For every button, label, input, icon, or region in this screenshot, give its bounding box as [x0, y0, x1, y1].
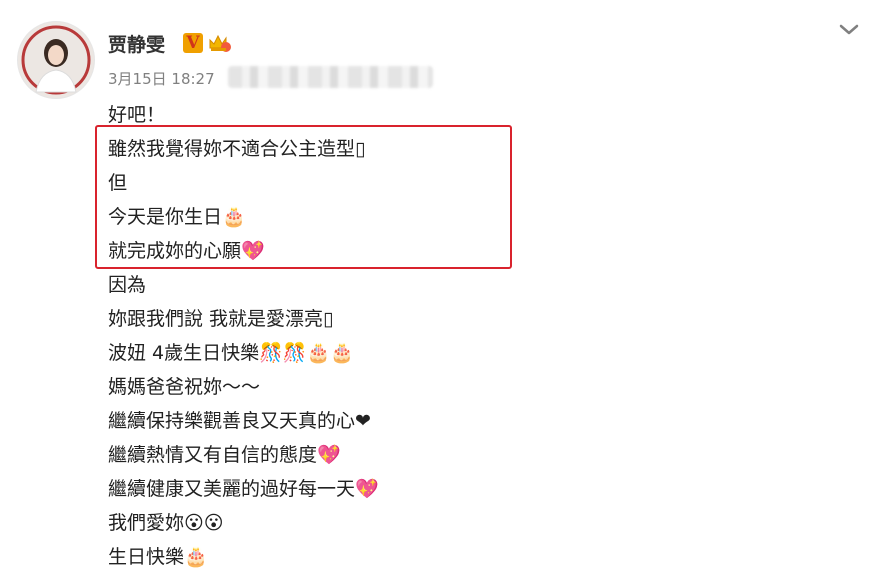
- post-line: 好吧！: [108, 104, 166, 126]
- post-line: 因為: [108, 274, 147, 296]
- avatar[interactable]: [18, 22, 94, 98]
- post-line: 繼續熱情又有自信的態度💖: [108, 444, 341, 466]
- post-line: 媽媽爸爸祝妳～～: [108, 376, 261, 398]
- blurred-source-info: [228, 66, 433, 88]
- post-line: 繼續保持樂觀善良又天真的心❤: [108, 410, 371, 432]
- post-line: 妳跟我們說 我就是愛漂亮▯: [108, 308, 334, 330]
- post-timestamp[interactable]: 3月15日 18:27: [108, 68, 215, 89]
- post-line: 就完成妳的心願💖: [108, 240, 265, 262]
- post-line: 今天是你生日🎂: [108, 206, 246, 228]
- post-line: 雖然我覺得妳不適合公主造型▯: [108, 138, 366, 160]
- username[interactable]: 贾静雯: [108, 30, 165, 57]
- post-line: 波妞 4歲生日快樂🎊🎊🎂🎂: [108, 342, 354, 364]
- post-content: 好吧！ 雖然我覺得妳不適合公主造型▯ 但 今天是你生日🎂 就完成妳的心願💖 因為…: [108, 98, 828, 574]
- chevron-down-icon[interactable]: [838, 20, 860, 40]
- verified-v-icon: V: [183, 33, 203, 53]
- crown-badge-icon[interactable]: [208, 33, 232, 53]
- post-line: 我們愛妳😮😮: [108, 512, 224, 534]
- post-line: 繼續健康又美麗的過好每一天💖: [108, 478, 379, 500]
- post-line: 但: [108, 172, 128, 194]
- post-line: 生日快樂🎂: [108, 546, 208, 568]
